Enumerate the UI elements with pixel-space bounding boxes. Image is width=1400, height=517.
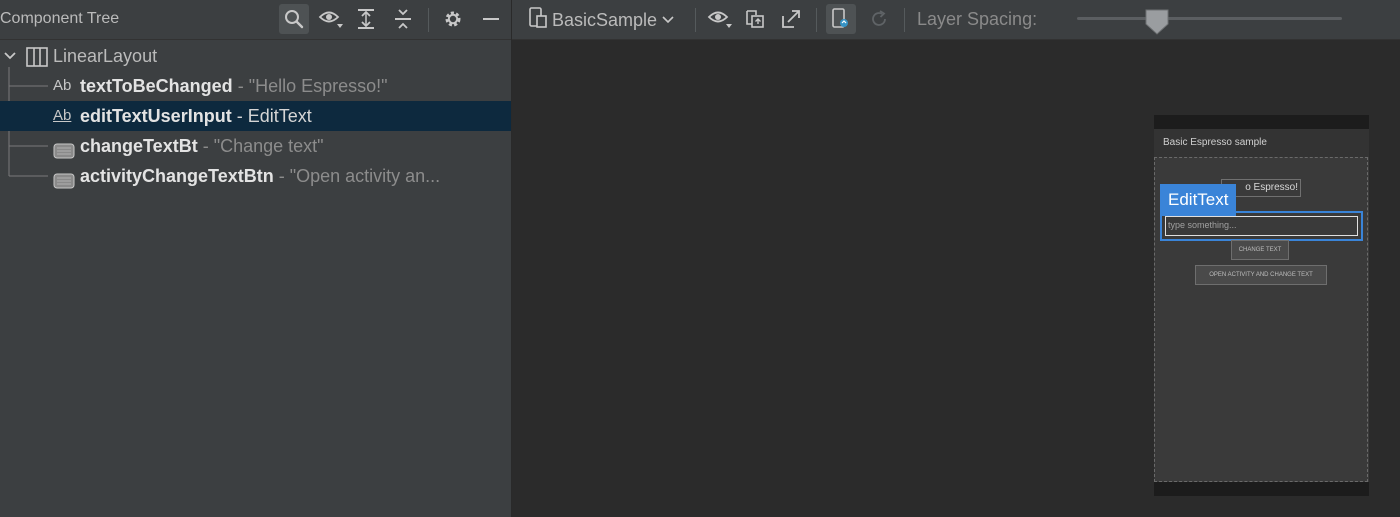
- change-text-button-render[interactable]: CHANGE TEXT: [1231, 240, 1289, 260]
- tree-item-value: "Hello Espresso!": [248, 76, 388, 96]
- tree-item-value: "Open activity an...: [289, 166, 441, 186]
- open-activity-button-render[interactable]: OPEN ACTIVITY AND CHANGE TEXT: [1195, 265, 1327, 285]
- panel-title: Component Tree: [0, 10, 120, 27]
- tree-root-row[interactable]: LinearLayout: [0, 41, 511, 71]
- edittext-icon: Ab: [53, 107, 72, 124]
- tree-item-name: textToBeChanged: [80, 76, 233, 96]
- expand-icon[interactable]: [776, 4, 806, 34]
- layout-inspector-canvas[interactable]: Basic Espresso sample o Espresso! type s…: [512, 41, 1400, 517]
- tree-item-value: "Change text": [213, 136, 324, 156]
- device-render[interactable]: Basic Espresso sample o Espresso! type s…: [1154, 115, 1369, 496]
- toolbar-divider: [428, 8, 429, 32]
- textview-icon: Ab: [53, 77, 72, 94]
- button-icon: [53, 168, 75, 198]
- layer-spacing-slider-track[interactable]: [1077, 17, 1342, 20]
- refresh-icon[interactable]: [864, 4, 894, 34]
- component-tree-panel: Component Tree LinearLayout Ab textToBeC…: [0, 0, 511, 517]
- layer-spacing-label: Layer Spacing:: [917, 9, 1038, 29]
- tree-item-name: editTextUserInput: [80, 106, 232, 126]
- navigation-bar: [1154, 482, 1369, 496]
- tree-root-label: LinearLayout: [53, 46, 158, 66]
- live-update-icon[interactable]: [826, 4, 856, 34]
- tree-row-editTextUserInput[interactable]: Ab editTextUserInput - EditText: [0, 101, 511, 131]
- toolbar-divider: [904, 8, 905, 32]
- tree-row-changeTextBt[interactable]: changeTextBt - "Change text": [0, 131, 511, 161]
- tree-item-value: EditText: [247, 106, 312, 126]
- layer-spacing-slider-thumb[interactable]: [1144, 8, 1170, 41]
- tree-item-name: changeTextBt: [80, 136, 198, 156]
- tree-item-name: activityChangeTextBtn: [80, 166, 274, 186]
- device-name: BasicSample: [552, 9, 658, 30]
- eye-icon[interactable]: [705, 4, 735, 34]
- expand-all-icon[interactable]: [351, 4, 381, 34]
- minimize-icon[interactable]: [476, 4, 506, 34]
- status-bar: [1154, 115, 1369, 129]
- tree-item-separator: -: [231, 106, 248, 126]
- toolbar-divider: [695, 8, 696, 32]
- edit-text-render: type something...: [1165, 216, 1358, 236]
- tree-item-separator: -: [273, 166, 290, 186]
- toolbar-divider: [816, 8, 817, 32]
- component-tree-toolbar: Component Tree: [0, 0, 511, 40]
- device-selector[interactable]: BasicSample: [528, 6, 675, 34]
- tree-item-separator: -: [232, 76, 249, 96]
- chevron-down-icon: [661, 10, 675, 31]
- app-title: Basic Espresso sample: [1163, 137, 1267, 148]
- inspector-toolbar: BasicSample Layer Spacing:: [512, 0, 1400, 40]
- collapse-all-icon[interactable]: [388, 4, 418, 34]
- search-icon[interactable]: [279, 4, 309, 34]
- device-icon: [528, 6, 548, 34]
- eye-icon[interactable]: [316, 4, 346, 34]
- tree-item-separator: -: [197, 136, 214, 156]
- gear-icon[interactable]: [438, 4, 468, 34]
- tree-row-activityChangeTextBtn[interactable]: activityChangeTextBtn - "Open activity a…: [0, 161, 511, 191]
- tree-row-textToBeChanged[interactable]: Ab textToBeChanged - "Hello Espresso!": [0, 71, 511, 101]
- selected-view-label: EditText: [1160, 184, 1237, 216]
- export-icon[interactable]: [740, 4, 770, 34]
